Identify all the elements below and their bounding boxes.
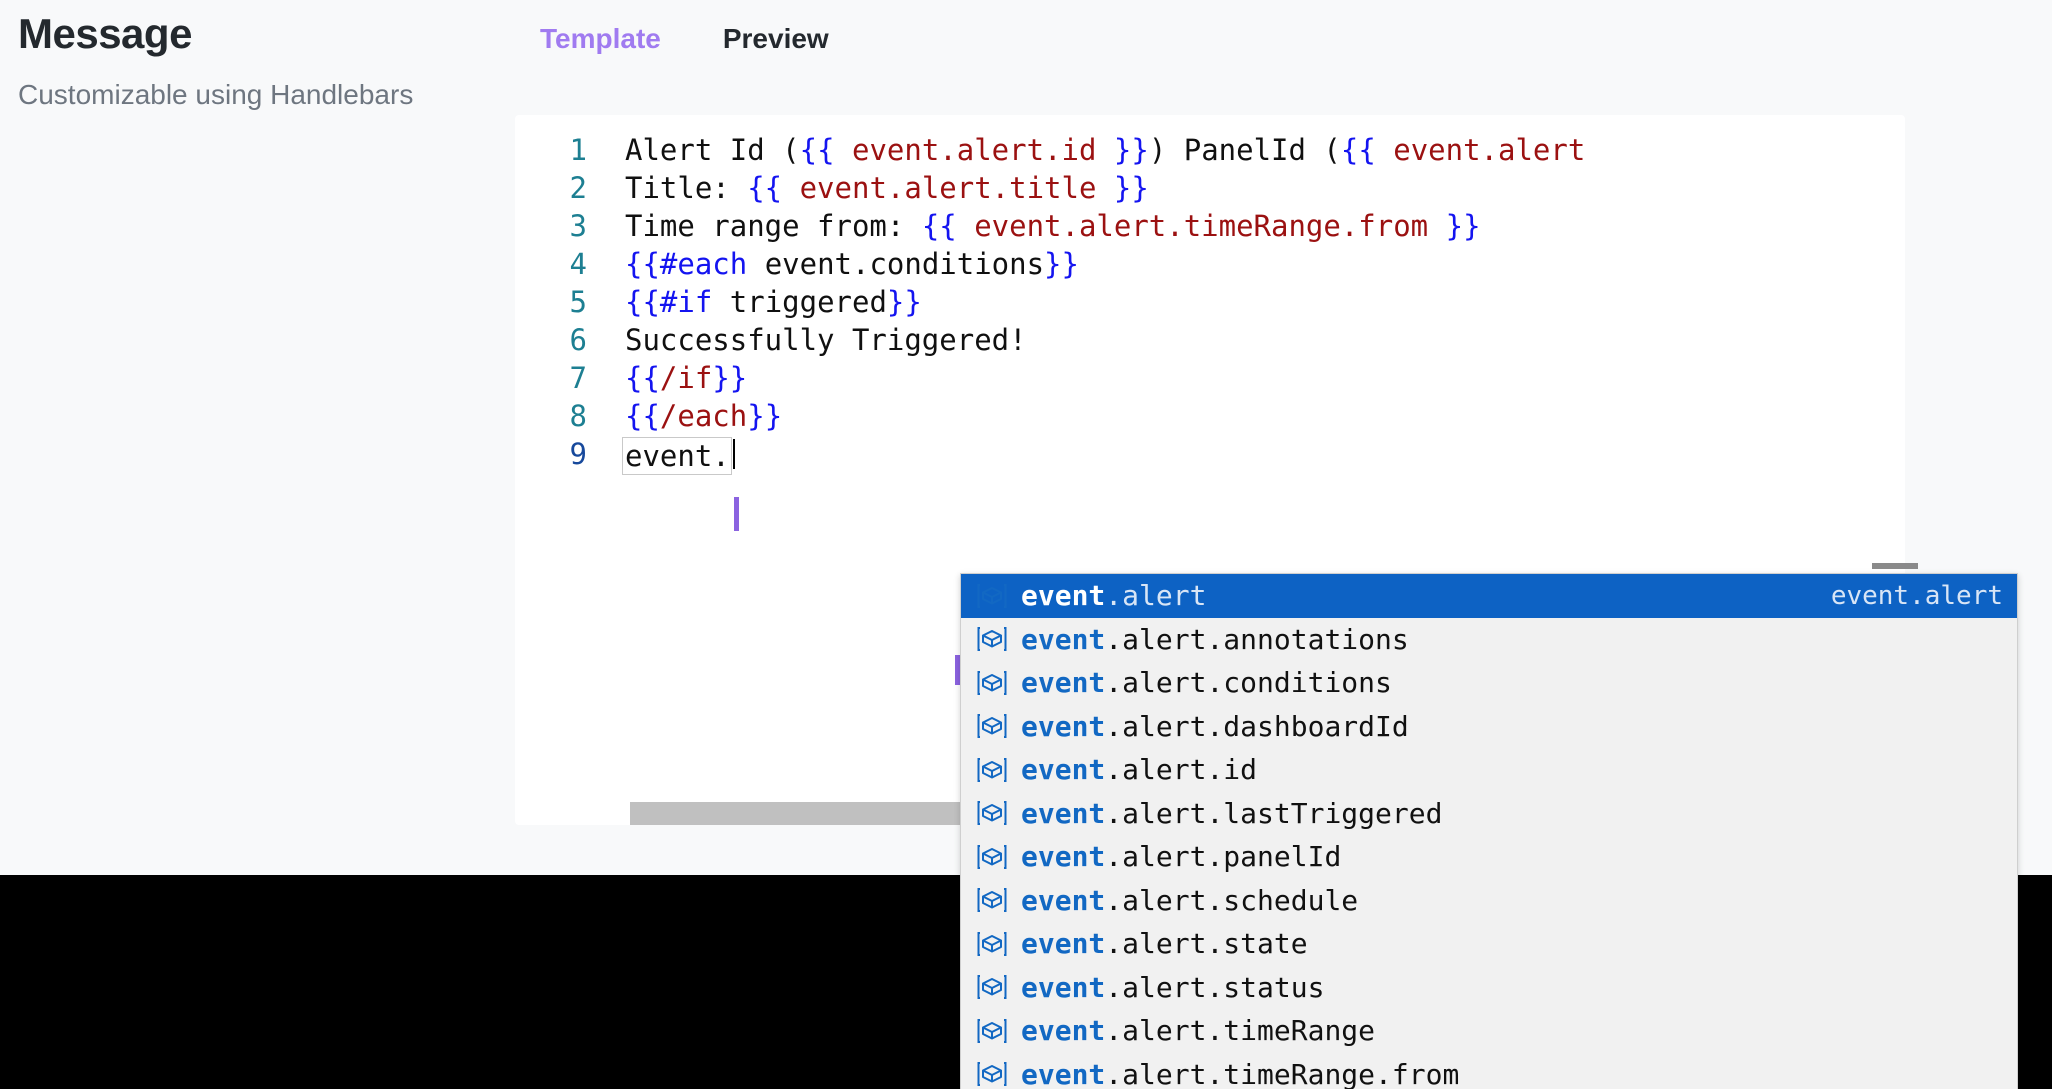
property-box-icon xyxy=(971,1059,1013,1089)
autocomplete-item-label: event.alert.state xyxy=(1021,927,1308,961)
text-caret xyxy=(732,439,735,469)
code-line[interactable]: 2 Title: {{ event.alert.title }} xyxy=(515,171,1905,209)
property-box-icon xyxy=(971,929,1013,959)
property-box-icon xyxy=(971,972,1013,1002)
code-line-text[interactable]: Successfully Triggered! xyxy=(625,323,1027,357)
line-number: 8 xyxy=(569,399,587,433)
autocomplete-item-label: event.alert.id xyxy=(1021,753,1258,787)
line-number-active: 9 xyxy=(569,437,587,471)
autocomplete-item[interactable]: event.alert.state xyxy=(961,922,2017,966)
code-line-text[interactable]: {{#each event.conditions}} xyxy=(625,247,1079,281)
page-subtitle: Customizable using Handlebars xyxy=(18,79,414,111)
autocomplete-item[interactable]: event.alert.lastTriggered xyxy=(961,792,2017,836)
code-line[interactable]: 8 {{/each}} xyxy=(515,399,1905,437)
autocomplete-item[interactable]: event.alert.timeRange xyxy=(961,1009,2017,1053)
autocomplete-item-detail: event.alert xyxy=(1830,580,2003,611)
autocomplete-dropdown[interactable]: event.alert event.alert event.alert.annota… xyxy=(960,573,2018,1089)
autocomplete-item-label: event.alert.timeRange.from xyxy=(1021,1057,1460,1089)
line-number: 2 xyxy=(569,171,587,205)
property-box-icon xyxy=(971,1016,1013,1046)
property-box-icon xyxy=(971,885,1013,915)
autocomplete-item-label: event.alert.dashboardId xyxy=(1021,709,1409,743)
tab-bar: Template Preview xyxy=(540,22,829,72)
right-black-edge xyxy=(2038,875,2052,1089)
autocomplete-top-tick xyxy=(1872,563,1918,569)
code-line-text[interactable]: {{/if}} xyxy=(625,361,747,395)
code-line[interactable]: 9 event. xyxy=(515,437,1905,475)
autocomplete-item-label: event.alert.schedule xyxy=(1021,883,1359,917)
code-line-text[interactable]: Alert Id ({{ event.alert.id }}) PanelId … xyxy=(625,133,1585,167)
property-box-icon xyxy=(971,668,1013,698)
autocomplete-item[interactable]: event.alert.schedule xyxy=(961,879,2017,923)
code-line-text[interactable]: Time range from: {{ event.alert.timeRang… xyxy=(625,209,1481,243)
code-line[interactable]: 5 {{#if triggered}} xyxy=(515,285,1905,323)
cursor-token-box: event. xyxy=(622,437,732,475)
line-number: 4 xyxy=(569,247,587,281)
code-line-text[interactable]: Title: {{ event.alert.title }} xyxy=(625,171,1149,205)
autocomplete-item-label: event.alert xyxy=(1021,579,1207,613)
line-number: 3 xyxy=(569,209,587,243)
line-number: 7 xyxy=(569,361,587,395)
autocomplete-item[interactable]: event.alert.dashboardId xyxy=(961,705,2017,749)
autocomplete-item[interactable]: event.alert.conditions xyxy=(961,661,2017,705)
tab-template[interactable]: Template xyxy=(540,22,661,56)
property-box-icon xyxy=(971,755,1013,785)
autocomplete-item-label: event.alert.lastTriggered xyxy=(1021,796,1443,830)
autocomplete-item-label: event.alert.status xyxy=(1021,970,1325,1004)
code-line-text[interactable]: event. xyxy=(622,437,735,475)
code-line-text[interactable]: {{#if triggered}} xyxy=(625,285,922,319)
property-box-icon xyxy=(971,798,1013,828)
property-box-icon xyxy=(971,842,1013,872)
code-line-text[interactable]: {{/each}} xyxy=(625,399,782,433)
caret-guide-marker xyxy=(734,497,739,531)
autocomplete-item-label: event.alert.timeRange xyxy=(1021,1014,1376,1048)
autocomplete-item[interactable]: event.alert event.alert xyxy=(961,574,2017,618)
tab-preview[interactable]: Preview xyxy=(723,22,829,56)
code-line[interactable]: 1 Alert Id ({{ event.alert.id }}) PanelI… xyxy=(515,133,1905,171)
line-number: 6 xyxy=(569,323,587,357)
autocomplete-item-label: event.alert.annotations xyxy=(1021,622,1409,656)
app-root: Message Customizable using Handlebars Te… xyxy=(0,0,2052,1089)
code-line[interactable]: 6 Successfully Triggered! xyxy=(515,323,1905,361)
autocomplete-item-label: event.alert.conditions xyxy=(1021,666,1392,700)
property-box-icon xyxy=(971,624,1013,654)
line-number: 5 xyxy=(569,285,587,319)
autocomplete-item-label: event.alert.panelId xyxy=(1021,840,1342,874)
autocomplete-item[interactable]: event.alert.id xyxy=(961,748,2017,792)
autocomplete-item[interactable]: event.alert.annotations xyxy=(961,618,2017,662)
autocomplete-item[interactable]: event.alert.panelId xyxy=(961,835,2017,879)
property-box-icon xyxy=(971,711,1013,741)
autocomplete-item[interactable]: event.alert.status xyxy=(961,966,2017,1010)
code-line[interactable]: 3 Time range from: {{ event.alert.timeRa… xyxy=(515,209,1905,247)
line-number: 1 xyxy=(569,133,587,167)
code-line[interactable]: 7 {{/if}} xyxy=(515,361,1905,399)
code-line[interactable]: 4 {{#each event.conditions}} xyxy=(515,247,1905,285)
autocomplete-item[interactable]: event.alert.timeRange.from xyxy=(961,1053,2017,1089)
property-box-icon xyxy=(971,581,1013,611)
